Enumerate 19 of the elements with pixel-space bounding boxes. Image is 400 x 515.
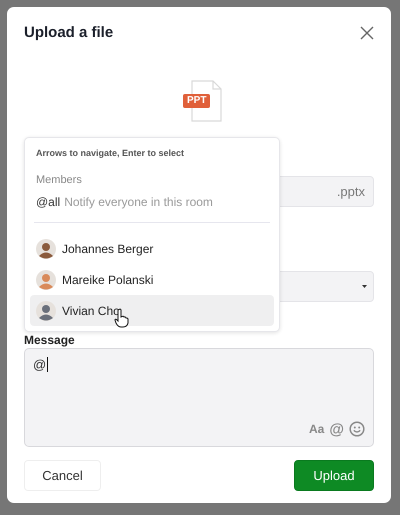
file-extension: .pptx bbox=[336, 184, 365, 199]
mention-all-item[interactable]: @all Notify everyone in this room bbox=[30, 195, 274, 209]
close-icon[interactable] bbox=[360, 26, 374, 40]
section-heading: Members bbox=[35, 174, 83, 186]
avatar-icon bbox=[36, 238, 56, 258]
caret-icon bbox=[362, 284, 367, 288]
upload-button[interactable]: Upload bbox=[294, 460, 374, 491]
member-item[interactable]: Mareike Polanski bbox=[30, 264, 274, 295]
avatar-icon bbox=[36, 300, 56, 320]
message-field[interactable]: @ Aa @ bbox=[24, 348, 374, 447]
member-item[interactable]: Johannes Berger bbox=[30, 233, 274, 264]
message-text: @ bbox=[33, 356, 46, 372]
avatar-icon bbox=[36, 270, 56, 290]
popup-hint: Arrows to navigate, Enter to select bbox=[35, 148, 186, 158]
cancel-button[interactable]: Cancel bbox=[24, 460, 101, 491]
emoji-icon[interactable] bbox=[349, 421, 365, 438]
message-label: Message bbox=[24, 332, 75, 346]
dialog-title: Upload a file bbox=[24, 24, 114, 42]
file-type-label: PPT bbox=[183, 94, 210, 108]
